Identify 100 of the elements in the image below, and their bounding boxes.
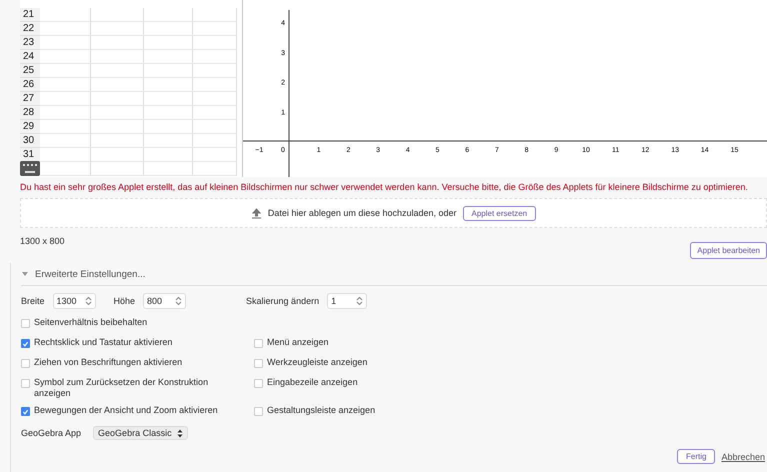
row-header: 23	[20, 36, 40, 50]
table-cell[interactable]	[144, 50, 193, 64]
row-header: 24	[20, 50, 40, 64]
table-cell[interactable]	[193, 148, 237, 162]
table-cell[interactable]	[193, 92, 237, 106]
option-label: Menü anzeigen	[267, 337, 330, 348]
advanced-settings-toggle[interactable]: Erweiterte Einstellungen...	[35, 268, 146, 280]
table-cell[interactable]	[144, 36, 193, 50]
row-header: 31	[20, 148, 40, 162]
option-label: Seitenverhältnis beibehalten	[34, 317, 148, 328]
warning-message: Du hast ein sehr großes Applet erstellt, das auf kleinen Bildschirmen nur schwer verwendet werden kann. Versuche bitte, die Größe des Applets für kleinere Bildschirme zu optimieren.	[20, 181, 749, 193]
table-cell[interactable]	[91, 106, 144, 120]
table-cell[interactable]	[40, 8, 91, 22]
row-header: 21	[20, 8, 40, 22]
checkbox[interactable]	[254, 379, 263, 388]
table-cell[interactable]	[193, 36, 237, 50]
option-label: Eingabezeile anzeigen	[267, 377, 359, 388]
option-label: Werkzeugleiste anzeigen	[267, 357, 368, 368]
row-header: 28	[20, 106, 40, 120]
table-cell[interactable]	[40, 78, 91, 92]
checkbox[interactable]	[21, 339, 30, 348]
checkbox[interactable]	[21, 319, 30, 328]
table-cell[interactable]	[144, 22, 193, 36]
table-cell[interactable]	[40, 106, 91, 120]
table-cell[interactable]	[91, 120, 144, 134]
keyboard-icon[interactable]	[20, 161, 40, 176]
table-cell[interactable]	[40, 148, 91, 162]
app-select[interactable]: GeoGebra Classic	[93, 426, 188, 440]
checkbox[interactable]	[21, 407, 30, 416]
stepper-icon[interactable]	[84, 296, 92, 306]
number-field[interactable]: 800	[143, 293, 186, 309]
field-label: GeoGebra App	[21, 428, 82, 438]
table-cell[interactable]	[40, 22, 91, 36]
table-cell[interactable]	[193, 64, 237, 78]
option-label: Symbol zum Zurücksetzen der Konstruktion anzeigen	[34, 377, 210, 399]
checkbox[interactable]	[21, 359, 30, 368]
table-cell[interactable]	[40, 50, 91, 64]
row-header: 29	[20, 120, 40, 134]
table-cell[interactable]	[91, 134, 144, 148]
row-header: 27	[20, 92, 40, 106]
number-field[interactable]: 1300	[52, 293, 96, 309]
cancel-link[interactable]: Abbrechen	[721, 452, 765, 462]
table-cell[interactable]	[193, 22, 237, 36]
upload-icon	[250, 208, 262, 218]
table-cell[interactable]	[40, 64, 91, 78]
table-cell[interactable]	[91, 148, 144, 162]
table-cell[interactable]	[144, 78, 193, 92]
table-cell[interactable]	[40, 120, 91, 134]
table-cell[interactable]	[144, 106, 193, 120]
table-cell[interactable]	[193, 50, 237, 64]
drop-zone[interactable]: Datei hier ablegen um diese hochzuladen, oder Applet ersetzen	[20, 198, 767, 228]
checkbox[interactable]	[254, 407, 263, 416]
stepper-icon[interactable]	[175, 296, 182, 306]
option-label: Gestaltungsleiste anzeigen	[267, 405, 376, 416]
table-cell[interactable]	[144, 120, 193, 134]
table-cell[interactable]	[91, 22, 144, 36]
checkbox[interactable]	[254, 339, 263, 348]
row-header: 25	[20, 64, 40, 78]
table-cell[interactable]	[144, 92, 193, 106]
table-cell[interactable]	[193, 120, 237, 134]
applet-size: 1300 x 800	[20, 236, 65, 246]
number-field[interactable]: 1	[327, 293, 368, 309]
table-cell[interactable]	[193, 162, 237, 176]
row-header: 30	[20, 134, 40, 148]
table-cell[interactable]	[40, 162, 91, 176]
option-label: Ziehen von Beschriftungen aktivieren	[34, 357, 184, 368]
dropdown-arrow-icon	[176, 428, 183, 438]
table-cell[interactable]	[91, 92, 144, 106]
field-label: Höhe	[114, 296, 136, 306]
table-cell[interactable]	[193, 78, 237, 92]
table-cell[interactable]	[144, 64, 193, 78]
table-cell[interactable]	[193, 8, 237, 22]
caret-icon[interactable]	[21, 270, 29, 278]
table-cell[interactable]	[144, 162, 193, 176]
replace-applet-button[interactable]: Applet ersetzen	[462, 206, 536, 220]
stepper-icon[interactable]	[356, 296, 364, 306]
table-cell[interactable]	[91, 8, 144, 22]
option-label: Rechtsklick und Tastatur aktivieren	[34, 337, 174, 348]
table-cell[interactable]	[91, 36, 144, 50]
edit-applet-button[interactable]: Applet bearbeiten	[690, 242, 767, 259]
table-cell[interactable]	[91, 162, 144, 176]
row-header: 26	[20, 78, 40, 92]
table-cell[interactable]	[40, 92, 91, 106]
table-cell[interactable]	[91, 50, 144, 64]
table-cell[interactable]	[91, 78, 144, 92]
drop-hint: Datei hier ablegen um diese hochzuladen, oder	[268, 208, 457, 218]
table-cell[interactable]	[193, 134, 237, 148]
checkbox[interactable]	[21, 379, 30, 388]
done-button[interactable]: Fertig	[677, 449, 716, 464]
table-cell[interactable]	[40, 36, 91, 50]
table-cell[interactable]	[144, 134, 193, 148]
table-cell[interactable]	[144, 8, 193, 22]
table-cell[interactable]	[91, 64, 144, 78]
table-cell[interactable]	[40, 134, 91, 148]
field-label: Skalierung ändern	[246, 296, 320, 306]
option-label: Bewegungen der Ansicht und Zoom aktivieren	[34, 405, 219, 416]
table-cell[interactable]	[193, 106, 237, 120]
checkbox[interactable]	[254, 359, 263, 368]
table-cell[interactable]	[144, 148, 193, 162]
field-label: Breite	[21, 296, 45, 306]
